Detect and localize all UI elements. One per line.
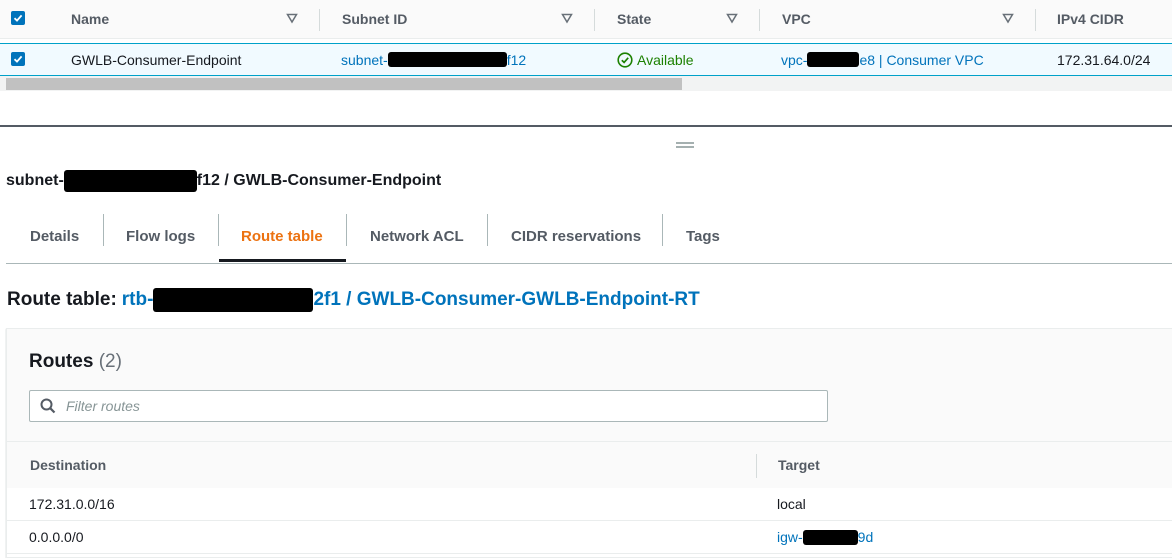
column-separator [759,9,760,31]
checkbox-checked-icon [13,55,23,63]
route-target-suffix[interactable]: 9d [858,529,874,545]
sort-icon[interactable] [1002,12,1014,24]
column-header-ipv4-cidr[interactable]: IPv4 CIDR [1057,0,1124,38]
subnets-table-header: Name Subnet ID State VPC IPv4 CIDR [0,0,1172,39]
row-checkbox[interactable] [11,52,25,66]
active-tab-indicator [219,259,346,262]
column-separator [1035,9,1036,31]
column-separator [594,9,595,31]
detail-tabs: Details Flow logs Route table Network AC… [6,210,1172,264]
table-row: 0.0.0.0/0 igw- 9d [7,521,1172,554]
sort-icon[interactable] [561,12,573,24]
vpc-id-suffix[interactable]: e8 | Consumer VPC [859,52,983,68]
redaction-block [387,52,507,67]
filter-routes-input[interactable] [66,391,806,421]
drag-handle-icon[interactable] [675,141,695,149]
subnet-id-suffix[interactable]: f12 [507,52,526,68]
routes-heading: Routes (2) [29,351,122,373]
tab-separator [487,214,488,246]
filter-routes-field[interactable] [29,390,828,422]
route-target-link[interactable]: igw- 9d [777,521,873,553]
tab-separator [662,214,663,246]
column-header-name[interactable]: Name [71,0,109,38]
redaction-block [802,529,858,545]
title-subnet-prefix: subnet- [6,172,64,189]
tab-separator [103,214,104,246]
column-header-target[interactable]: Target [778,442,820,488]
tab-network-acl[interactable]: Network ACL [370,210,464,262]
ipv4-cidr: 172.31.64.0/24 [1057,51,1151,68]
tab-tags[interactable]: Tags [686,210,720,262]
vpc-link[interactable]: vpc- e8 | Consumer VPC [781,44,984,75]
table-row: 172.31.0.0/16 local [7,488,1172,521]
column-header-subnet-id[interactable]: Subnet ID [342,0,407,38]
route-table-id-prefix[interactable]: rtb- [122,289,154,311]
checkbox-checked-icon [13,14,23,22]
routes-heading-text: Routes [29,351,94,372]
subnet-id-prefix[interactable]: subnet- [341,52,388,68]
horizontal-scrollbar-thumb[interactable] [6,78,682,90]
subnet-name: GWLB-Consumer-Endpoint [71,51,242,68]
route-table-label: Route table: [7,289,117,310]
route-destination: 172.31.0.0/16 [29,496,115,512]
subnet-id-link[interactable]: subnet- f12 [341,44,526,75]
status-available-icon [617,51,633,68]
tab-separator [346,214,347,246]
column-separator [319,9,320,31]
route-table-title: Route table: rtb- 2f1 / GWLB-Consumer-GW… [7,288,700,312]
route-destination: 0.0.0.0/0 [29,529,84,545]
routes-table-header: Destination Target [7,441,1172,489]
vpc-id-prefix[interactable]: vpc- [781,52,807,68]
redaction-block [153,288,314,312]
search-icon [40,398,56,414]
subnet-state: Available [617,44,694,75]
route-table-id-suffix[interactable]: 2f1 / GWLB-Consumer-GWLB-Endpoint-RT [313,289,699,311]
split-panel-divider [0,125,1172,127]
route-target: local [777,496,806,512]
redaction-block [807,52,860,67]
redaction-block [63,170,197,192]
select-all-checkbox[interactable] [11,11,25,25]
tab-flow-logs[interactable]: Flow logs [126,210,195,262]
sort-icon[interactable] [726,12,738,24]
routes-header: Routes (2) [7,329,1172,441]
routes-container: Routes (2) Destination Target 172.31.0.0… [6,328,1172,558]
route-target-prefix[interactable]: igw- [777,529,803,545]
tab-cidr-reservations[interactable]: CIDR reservations [511,210,641,262]
column-header-vpc[interactable]: VPC [782,0,811,38]
column-header-state[interactable]: State [617,0,651,38]
table-row[interactable]: GWLB-Consumer-Endpoint subnet- f12 Avail… [0,43,1172,76]
title-subnet-suffix: f12 / GWLB-Consumer-Endpoint [196,172,442,189]
sort-icon[interactable] [286,12,298,24]
state-text: Available [637,51,694,68]
routes-count: (2) [98,351,122,372]
tab-separator [218,214,219,246]
column-header-destination[interactable]: Destination [30,442,106,488]
detail-panel-title: subnet- f12 / GWLB-Consumer-Endpoint [6,170,441,192]
tab-route-table[interactable]: Route table [241,210,323,262]
tab-details[interactable]: Details [30,210,79,262]
column-separator [756,454,757,478]
